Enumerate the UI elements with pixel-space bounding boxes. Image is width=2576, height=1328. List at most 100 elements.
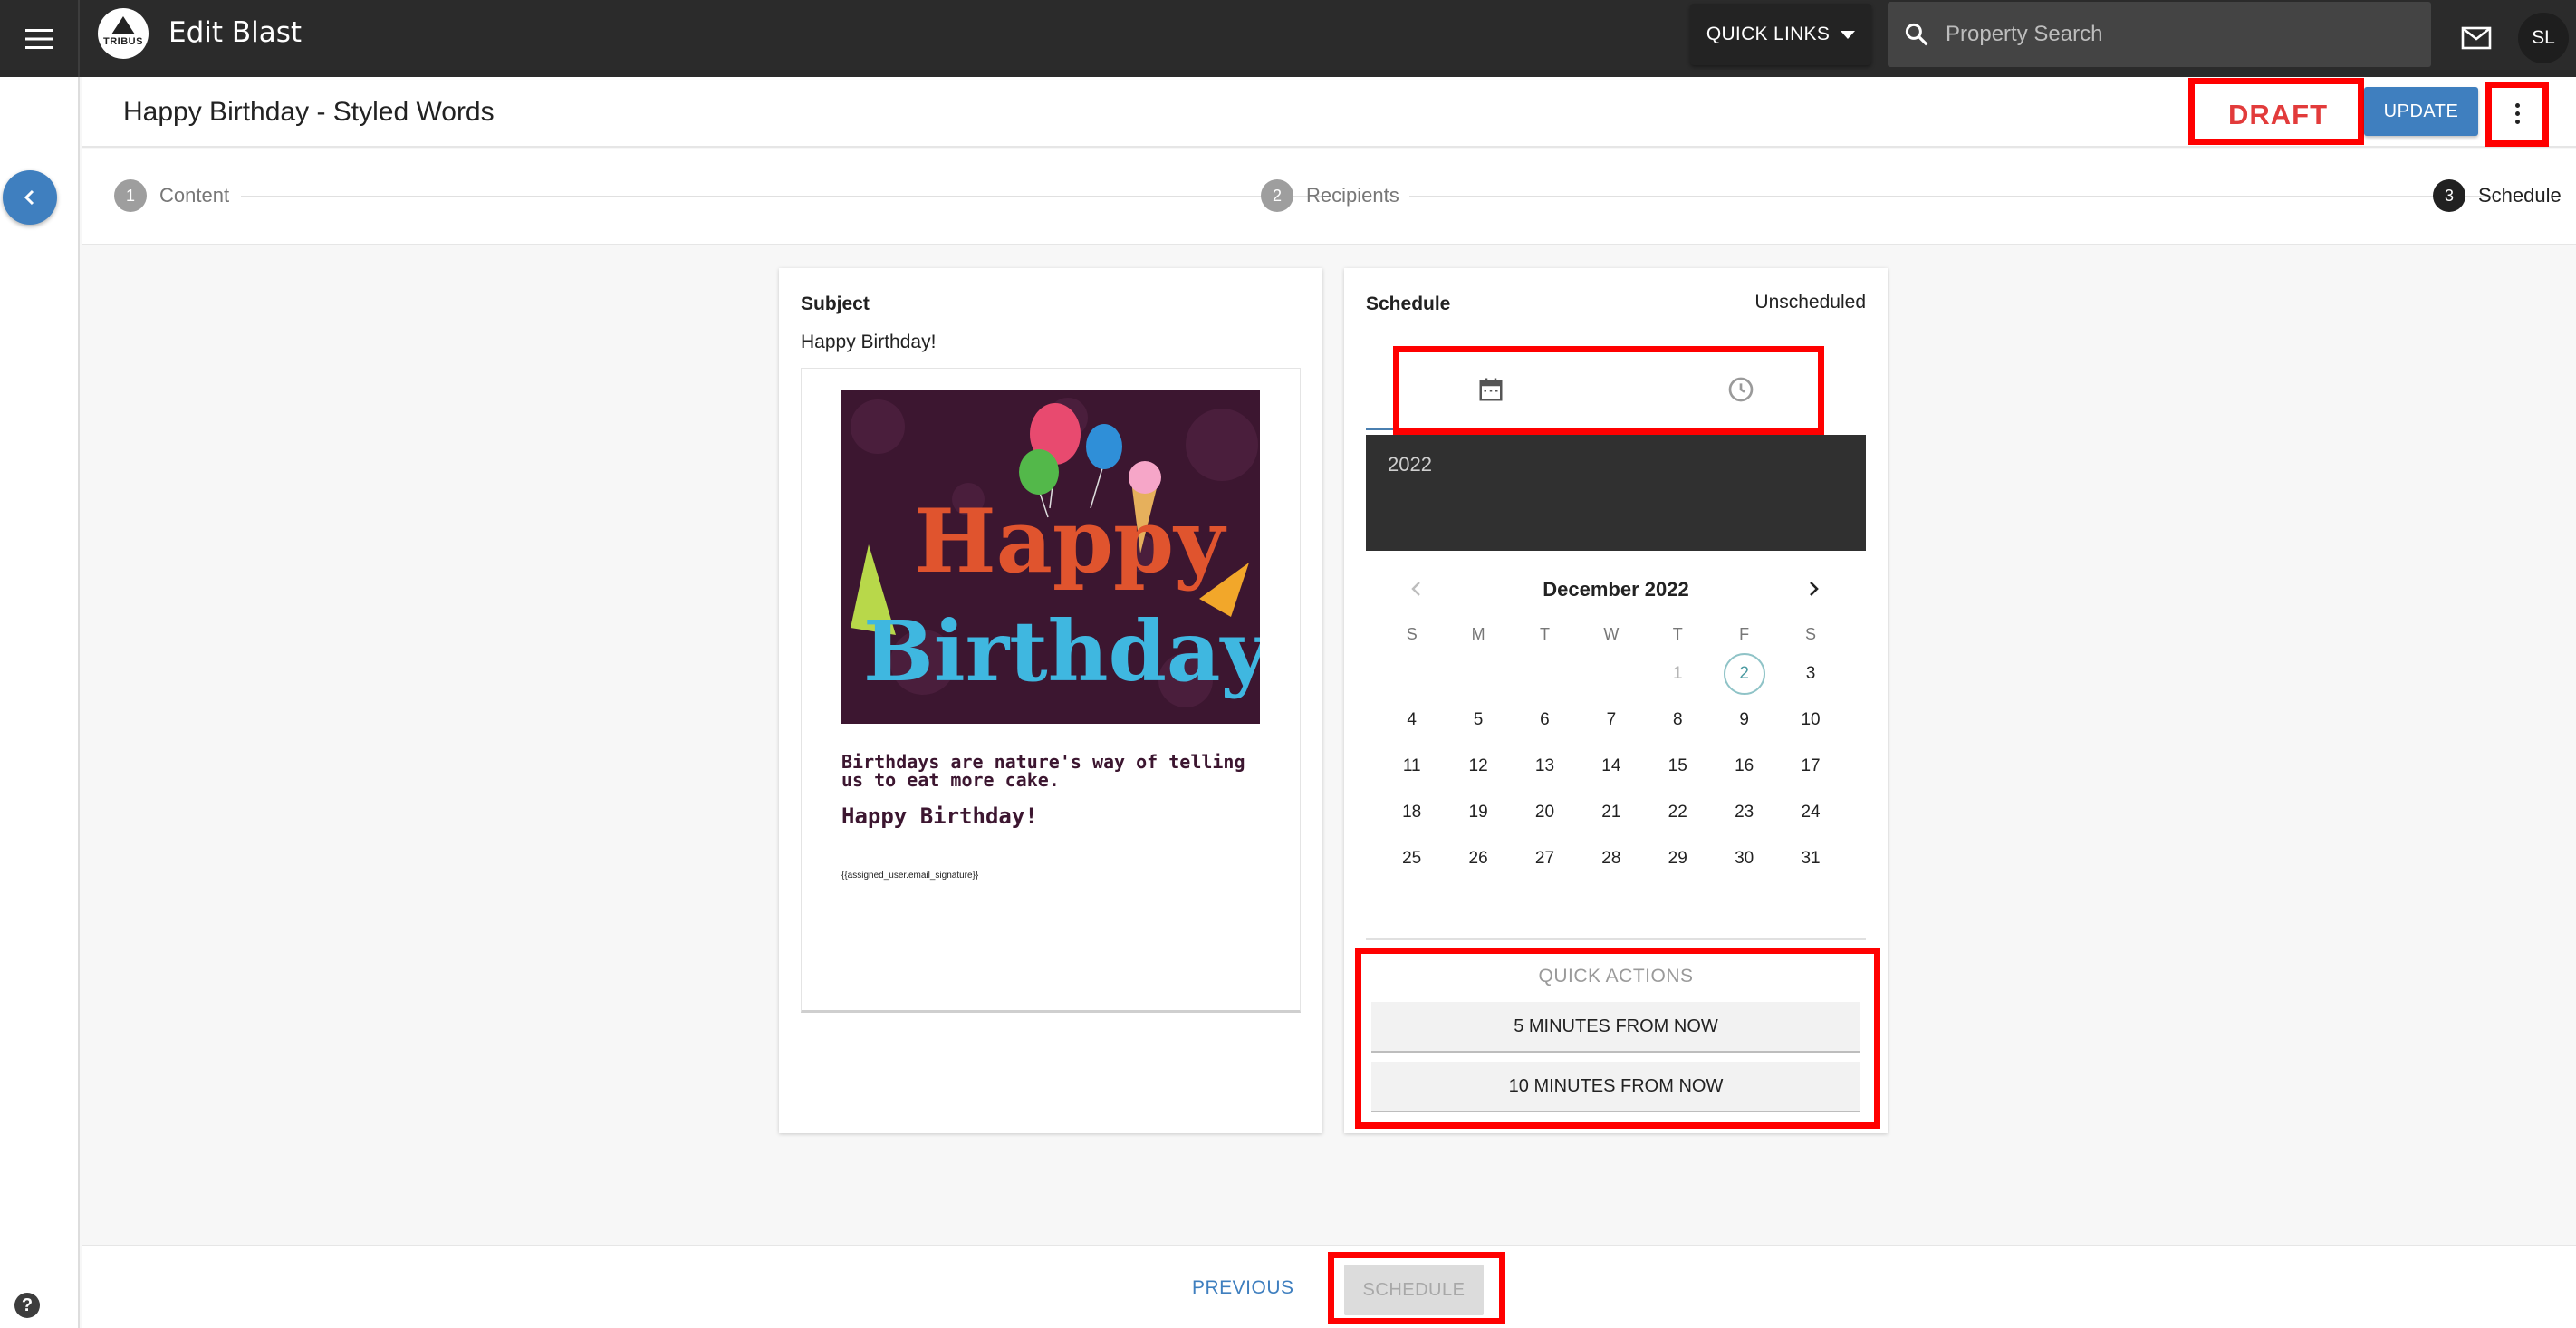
calendar-day[interactable]: 27 (1512, 835, 1578, 881)
more-options-button[interactable] (2494, 89, 2540, 138)
user-avatar[interactable]: SL (2518, 13, 2569, 63)
birthday-image-line-2: Birthday (863, 602, 1260, 700)
calendar-week-row: 4 5 6 7 8 9 10 (1366, 697, 1866, 743)
calendar-day-number (1523, 653, 1565, 695)
calendar-day-number: 12 (1468, 755, 1488, 775)
weekday-label: T (1672, 625, 1683, 643)
step-content[interactable]: 1 Content (114, 179, 229, 212)
step-label: Content (159, 184, 230, 207)
page-title: Happy Birthday - Styled Words (123, 97, 495, 127)
calendar-day-number: 30 (1735, 848, 1754, 868)
calendar-day-number: 23 (1735, 802, 1754, 822)
tribus-logo[interactable]: TRIBUS (98, 8, 149, 59)
help-icon[interactable]: ? (14, 1293, 40, 1318)
quick-links-dropdown[interactable]: QUICK LINKS (1690, 4, 1871, 65)
calendar-day[interactable]: 23 (1711, 789, 1777, 835)
calendar-day[interactable]: 17 (1777, 743, 1843, 789)
calendar-day[interactable]: 20 (1512, 789, 1578, 835)
calendar-day-number: 22 (1668, 802, 1687, 822)
email-quote: Birthdays are nature's way of telling us… (841, 751, 1245, 791)
previous-button[interactable]: PREVIOUS (1192, 1277, 1294, 1299)
calendar-day-number: 1 (1672, 663, 1683, 683)
mail-button[interactable] (2456, 18, 2496, 58)
calendar-day[interactable]: 26 (1445, 835, 1511, 881)
calendar-day[interactable]: 6 (1512, 697, 1578, 743)
calendar-day-number (1457, 653, 1499, 695)
calendar-day-number: 28 (1601, 848, 1621, 868)
calendar-day[interactable]: 19 (1445, 789, 1511, 835)
calendar-day-number: 18 (1402, 802, 1422, 822)
calendar-day[interactable]: 30 (1711, 835, 1777, 881)
property-search-box[interactable] (1888, 2, 2431, 67)
draft-status-badge: DRAFT (2199, 92, 2357, 138)
calendar-day-number: 13 (1534, 755, 1555, 775)
calendar-day-empty (1445, 650, 1511, 697)
calendar-day[interactable]: 21 (1578, 789, 1644, 835)
calendar-day[interactable]: 14 (1578, 743, 1644, 789)
calendar-divider (1366, 938, 1866, 940)
calendar-day-number: 10 (1801, 709, 1821, 729)
calendar-day-number: 21 (1601, 802, 1621, 822)
back-button[interactable] (3, 170, 57, 225)
calendar-week-row: 11 12 13 14 15 16 17 (1366, 743, 1866, 789)
quick-links-label: QUICK LINKS (1706, 24, 1831, 44)
calendar-weeks: 1 2 3 4 5 6 7 8 9 10 11 12 13 14 15 16 17 18 19 20 21 22 23 24 2… (1366, 650, 1866, 881)
calendar-day-empty (1578, 650, 1644, 697)
month-navigation: December 2022 (1366, 567, 1866, 612)
calendar-day[interactable]: 10 (1777, 697, 1843, 743)
calendar-day-empty (1512, 650, 1578, 697)
next-month-button[interactable] (1795, 571, 1831, 607)
calendar-day[interactable]: 22 (1645, 789, 1711, 835)
calendar-day[interactable]: 2 (1711, 650, 1777, 697)
calendar-day[interactable]: 4 (1379, 697, 1445, 743)
step-connector (1409, 196, 2496, 197)
calendar-day[interactable]: 3 (1777, 650, 1843, 697)
step-label: Recipients (1306, 184, 1399, 207)
calendar-day[interactable]: 11 (1379, 743, 1445, 789)
calendar-day[interactable]: 29 (1645, 835, 1711, 881)
calendar-week-row: 25 26 27 28 29 30 31 (1366, 835, 1866, 881)
calendar-day-number: 27 (1534, 848, 1555, 868)
calendar-week-row: 1 2 3 (1366, 650, 1866, 697)
hamburger-menu-button[interactable] (0, 0, 80, 77)
property-search-input[interactable] (1946, 2, 2431, 67)
hamburger-menu-icon (25, 28, 53, 49)
calendar-day-number (1391, 653, 1433, 695)
calendar-day[interactable]: 13 (1512, 743, 1578, 789)
calendar-day-number: 29 (1668, 848, 1687, 868)
weekday-header-row: S M T W T F S (1366, 618, 1866, 650)
calendar-day[interactable]: 24 (1777, 789, 1843, 835)
calendar-day[interactable]: 9 (1711, 697, 1777, 743)
step-number: 1 (114, 179, 147, 212)
email-greeting: Happy Birthday! (841, 804, 1038, 829)
calendar-day[interactable]: 31 (1777, 835, 1843, 881)
calendar-day-number: 11 (1402, 755, 1421, 775)
calendar-day[interactable]: 25 (1379, 835, 1445, 881)
calendar-day[interactable]: 28 (1578, 835, 1644, 881)
logo-mark-icon (111, 16, 135, 34)
calendar-day[interactable]: 7 (1578, 697, 1644, 743)
calendar-day[interactable]: 12 (1445, 743, 1511, 789)
calendar-day[interactable]: 16 (1711, 743, 1777, 789)
update-button[interactable]: UPDATE (2364, 87, 2478, 136)
calendar-day[interactable]: 8 (1645, 697, 1711, 743)
logo-text: TRIBUS (103, 36, 143, 47)
calendar-day[interactable]: 18 (1379, 789, 1445, 835)
highlight-box-quick-actions (1355, 948, 1880, 1129)
step-schedule[interactable]: 3 Schedule (2433, 179, 2562, 212)
weekday-label: M (1471, 625, 1485, 643)
calendar-day-number: 26 (1468, 848, 1488, 868)
search-icon (1905, 23, 1928, 46)
calendar-day-empty (1379, 650, 1445, 697)
schedule-status: Unscheduled (1754, 292, 1866, 313)
calendar-year[interactable]: 2022 (1388, 453, 1432, 476)
calendar-day-number: 2 (1723, 652, 1765, 695)
app-title: Edit Blast (168, 16, 303, 49)
calendar-day[interactable]: 5 (1445, 697, 1511, 743)
calendar-day-number: 16 (1735, 755, 1754, 775)
calendar-day[interactable]: 15 (1645, 743, 1711, 789)
highlight-box-schedule (1328, 1252, 1505, 1324)
weekday-label: S (1805, 625, 1817, 643)
step-number: 2 (1261, 179, 1293, 212)
step-recipients[interactable]: 2 Recipients (1261, 179, 1399, 212)
